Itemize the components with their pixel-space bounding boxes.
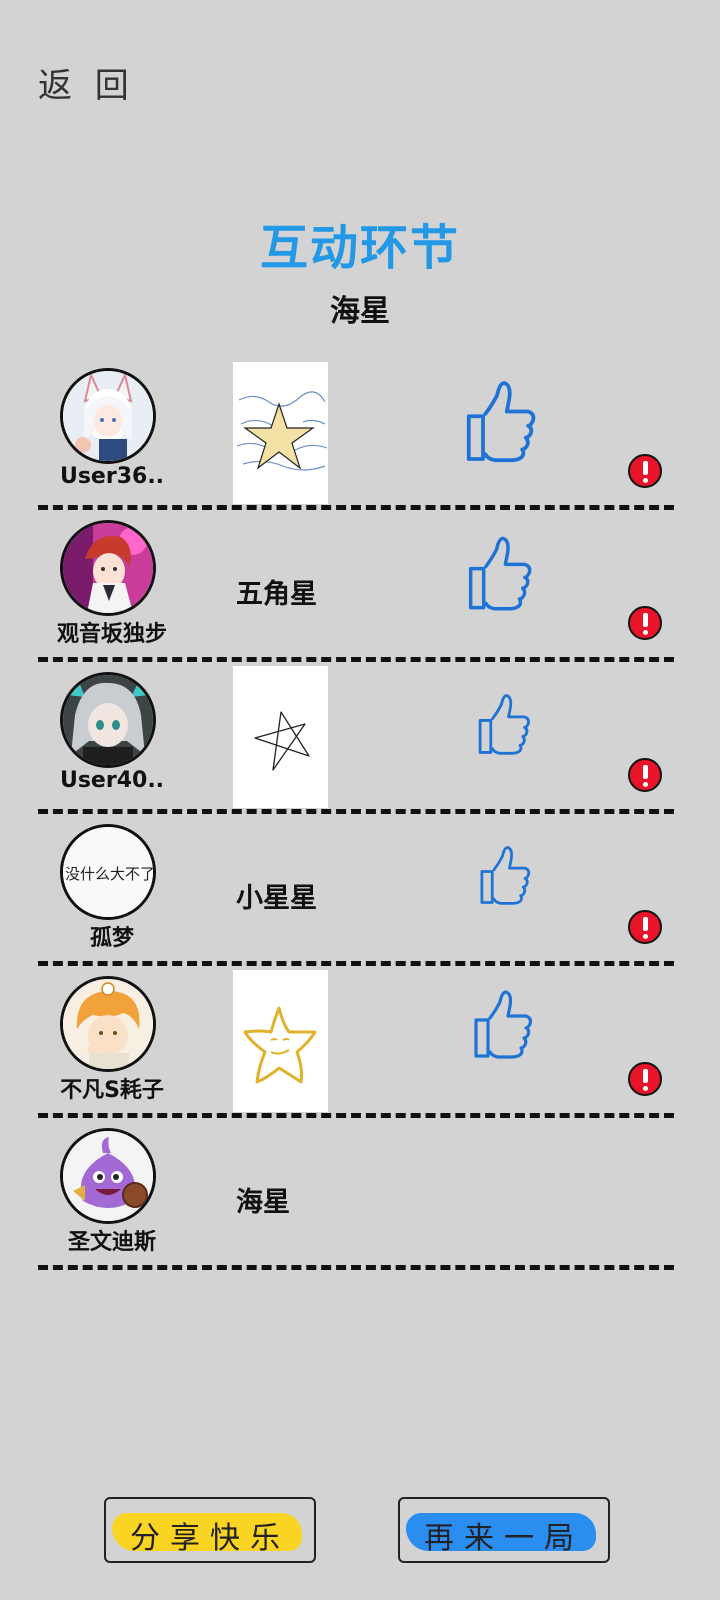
username: 观音坂独步 xyxy=(56,622,167,647)
page-title: 互动环节 xyxy=(259,220,460,276)
report-exclamation-icon[interactable] xyxy=(628,454,662,488)
avatar[interactable] xyxy=(60,1128,156,1224)
back-button[interactable]: 返 回 xyxy=(38,58,135,107)
divider xyxy=(38,1265,674,1270)
thumbs-up-icon[interactable] xyxy=(464,378,540,464)
report-exclamation-icon[interactable] xyxy=(628,758,662,792)
avatar[interactable] xyxy=(60,368,156,464)
list-item: 观音坂独步 五角星 xyxy=(0,510,720,662)
thumbs-up-icon[interactable] xyxy=(472,988,536,1060)
avatar[interactable]: 没什么大不了 xyxy=(60,824,156,920)
avatar[interactable] xyxy=(60,672,156,768)
thumbs-up-icon[interactable] xyxy=(466,534,536,612)
avatar[interactable] xyxy=(60,520,156,616)
list-item: User40.. xyxy=(0,662,720,814)
username: 圣文迪斯 xyxy=(67,1230,156,1255)
play-again-button[interactable]: 再来一局 xyxy=(398,1497,610,1563)
report-exclamation-icon[interactable] xyxy=(628,910,662,944)
username: User40.. xyxy=(59,768,165,793)
round-word: 海星 xyxy=(330,294,390,329)
report-exclamation-icon[interactable] xyxy=(628,1062,662,1096)
avatar[interactable] xyxy=(60,976,156,1072)
answer-text: 海星 xyxy=(236,1187,290,1218)
list-item: 圣文迪斯 海星 xyxy=(0,1118,720,1270)
drawing-image[interactable] xyxy=(233,362,328,504)
answer-text: 小星星 xyxy=(236,883,317,914)
play-again-button-label: 再来一局 xyxy=(424,1521,584,1556)
drawing-image[interactable] xyxy=(233,970,328,1112)
list-item: User36.. xyxy=(0,358,720,510)
share-button-label: 分享快乐 xyxy=(130,1521,290,1556)
username: 孤梦 xyxy=(89,926,134,951)
thumbs-up-icon[interactable] xyxy=(478,844,534,906)
share-button[interactable]: 分享快乐 xyxy=(104,1497,316,1563)
username: User36.. xyxy=(59,464,165,489)
thumbs-up-icon[interactable] xyxy=(476,692,534,756)
list-item: 不凡S耗子 xyxy=(0,966,720,1118)
username: 不凡S耗子 xyxy=(60,1078,164,1103)
answer-text: 五角星 xyxy=(236,579,317,610)
report-exclamation-icon[interactable] xyxy=(628,606,662,640)
list-item: 没什么大不了 孤梦 小星星 xyxy=(0,814,720,966)
svg-text:没什么大不了: 没什么大不了 xyxy=(65,865,153,883)
drawing-image[interactable] xyxy=(233,666,328,808)
